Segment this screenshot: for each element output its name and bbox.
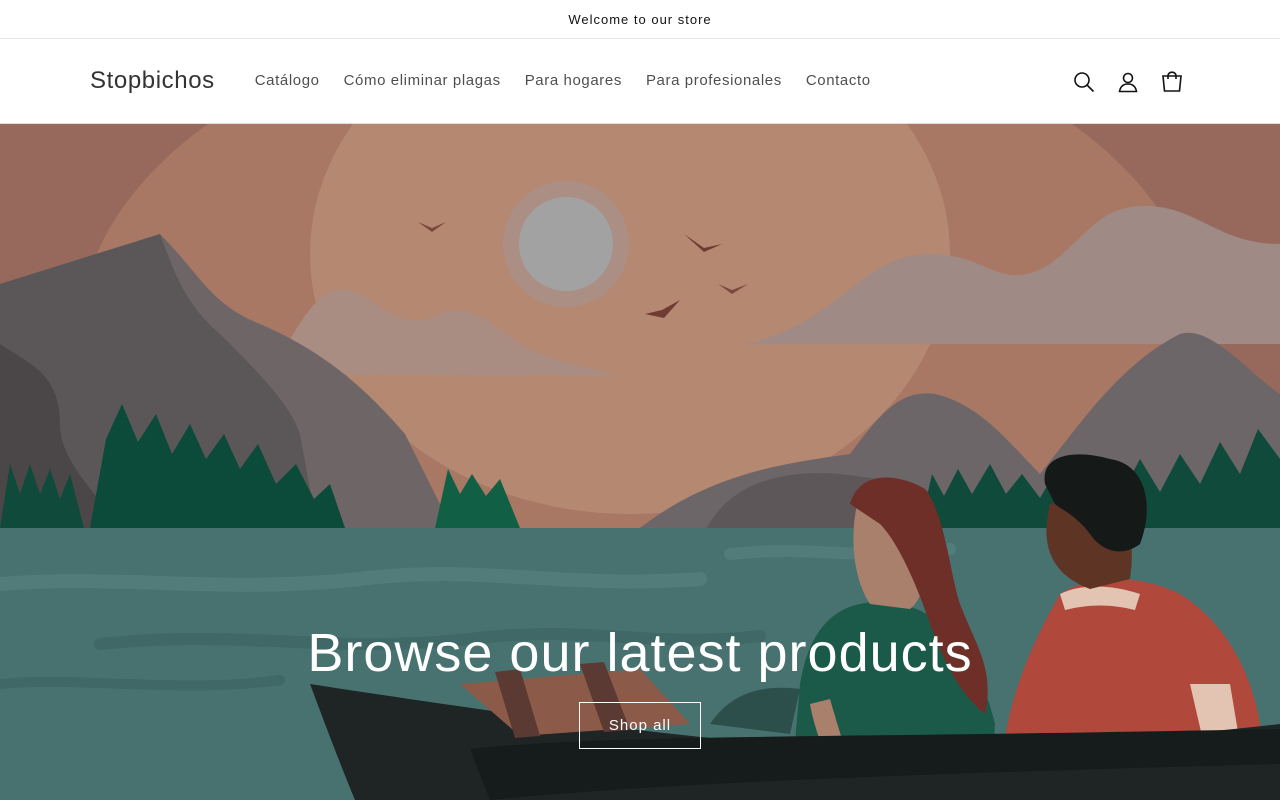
search-button[interactable] bbox=[1062, 60, 1106, 104]
main-nav: Catálogo Cómo eliminar plagas Para hogar… bbox=[243, 69, 883, 93]
shop-all-button[interactable]: Shop all bbox=[579, 702, 701, 749]
nav-link-contacto[interactable]: Contacto bbox=[794, 69, 883, 93]
search-icon bbox=[1074, 71, 1095, 92]
hero-content: Browse our latest products Shop all bbox=[0, 619, 1280, 749]
account-icon bbox=[1118, 72, 1138, 92]
store-logo[interactable]: Stopbichos bbox=[90, 67, 215, 95]
cart-button[interactable] bbox=[1150, 60, 1194, 104]
nav-link-para-hogares[interactable]: Para hogares bbox=[513, 69, 634, 93]
nav-link-como-eliminar-plagas[interactable]: Cómo eliminar plagas bbox=[332, 69, 513, 93]
cart-icon bbox=[1162, 70, 1182, 92]
header-icons bbox=[1062, 39, 1194, 124]
nav-link-catalogo[interactable]: Catálogo bbox=[243, 69, 332, 93]
site-header: Stopbichos Catálogo Cómo eliminar plagas… bbox=[0, 39, 1280, 124]
account-button[interactable] bbox=[1106, 60, 1150, 104]
announcement-bar: Welcome to our store bbox=[0, 0, 1280, 39]
hero-banner: Browse our latest products Shop all bbox=[0, 124, 1280, 800]
nav-link-para-profesionales[interactable]: Para profesionales bbox=[634, 69, 794, 93]
hero-title: Browse our latest products bbox=[307, 623, 973, 683]
announcement-text: Welcome to our store bbox=[568, 11, 712, 27]
